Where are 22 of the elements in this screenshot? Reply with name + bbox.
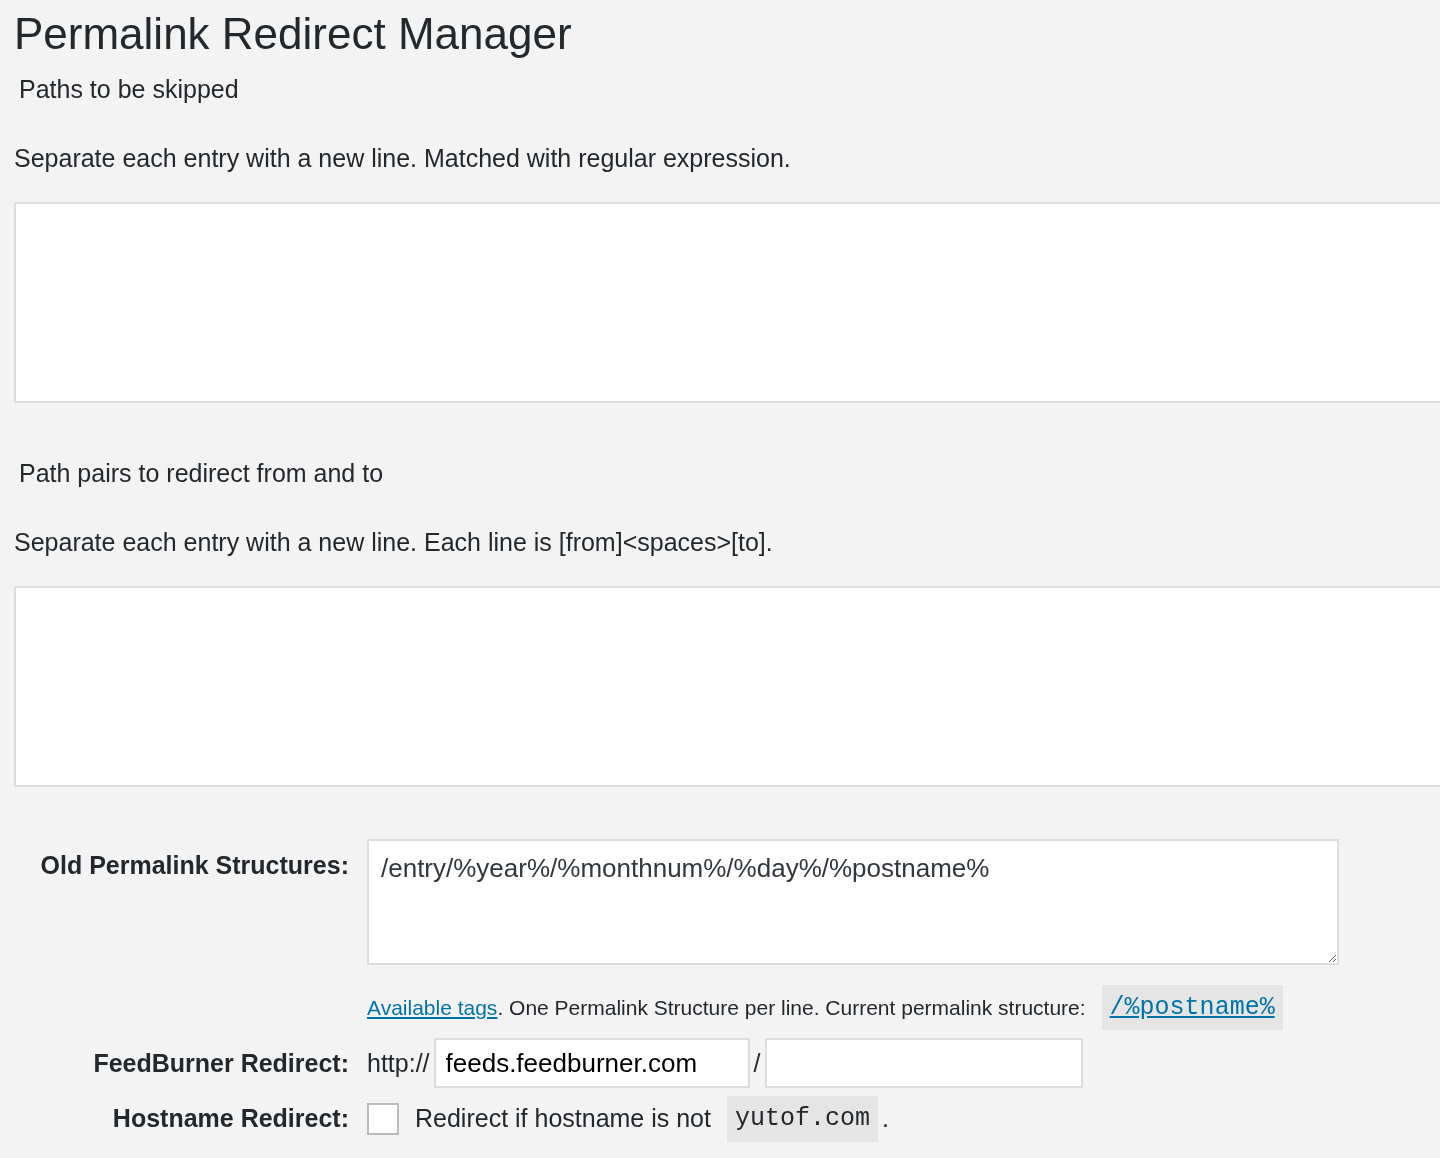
code-sample[interactable]: /%postname%	[1101, 984, 1283, 1031]
text-area[interactable]	[14, 585, 1440, 787]
field-label: Hostname Redirect:	[111, 1103, 350, 1135]
checkbox[interactable]	[367, 1103, 399, 1136]
structures-field[interactable]: /entry/%year%/%monthnum%/%day%/%postname%	[367, 838, 1339, 965]
section-description: Separate each entry with a new line. Each line is [from]<spaces>[to].	[14, 527, 774, 559]
host-field[interactable]: feeds.feedburner.com	[433, 1038, 750, 1089]
section-description: Separate each entry with a new line. Matched with regular expression.	[14, 143, 792, 175]
path-separator: /	[753, 1047, 761, 1079]
period-text: .	[882, 1103, 889, 1135]
hostname-code: yutof.com	[727, 1096, 878, 1142]
available-tags-link[interactable]: Available tags	[367, 995, 498, 1019]
field-label: FeedBurner Redirect:	[92, 1047, 350, 1079]
section-heading: Paths to be skipped	[19, 73, 240, 105]
page-title: Permalink Redirect Manager	[14, 8, 573, 60]
checkbox-label: Redirect if hostname is not	[415, 1103, 711, 1135]
field-label: Old Permalink Structures:	[39, 849, 350, 881]
path-field[interactable]	[764, 1038, 1083, 1089]
url-prefix: http://	[367, 1047, 430, 1079]
section-heading: Path pairs to redirect from and to	[19, 457, 385, 489]
text-area[interactable]	[14, 201, 1440, 403]
help-text: Available tags. One Permalink Structure per line. Current permalink structure:	[367, 994, 1086, 1021]
